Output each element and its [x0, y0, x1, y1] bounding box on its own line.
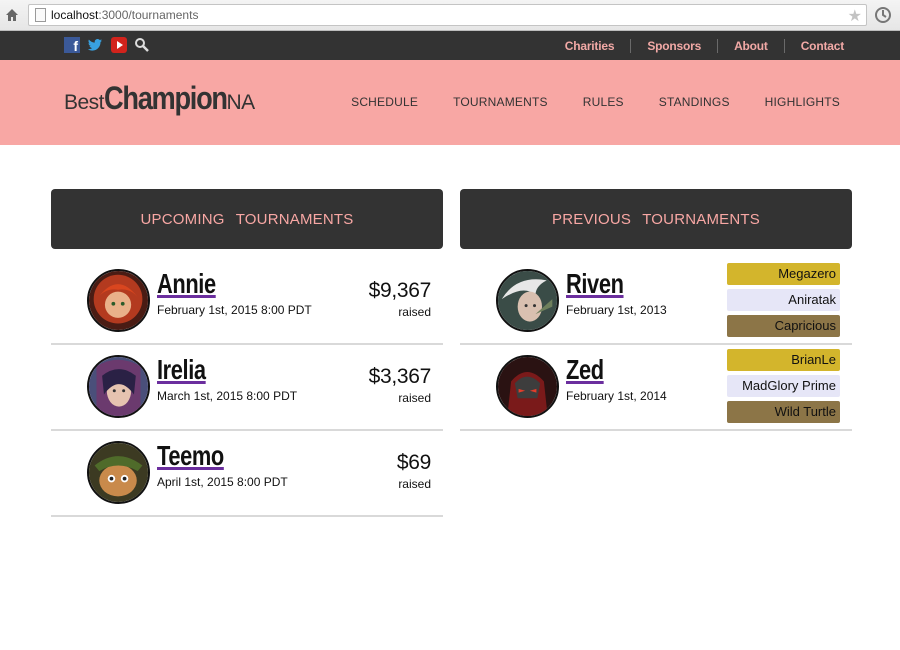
amount-value: $69: [396, 451, 431, 474]
previous-row-zed[interactable]: Zed February 1st, 2014 BrianLe MadGlory …: [460, 345, 852, 431]
twitter-icon[interactable]: [87, 37, 103, 53]
upcoming-row-annie[interactable]: Annie February 1st, 2015 8:00 PDT $9,367…: [51, 259, 443, 345]
browser-toolbar: localhost:3000/tournaments ★: [0, 0, 900, 31]
contact-link[interactable]: Contact: [783, 38, 844, 53]
previous-tournaments-header: PREVIOUS TOURNAMENTS: [460, 189, 852, 249]
first-place-badge: Megazero: [727, 263, 840, 285]
amount-value: $3,367: [368, 365, 432, 388]
facebook-icon[interactable]: f: [64, 37, 80, 54]
home-icon[interactable]: [5, 8, 19, 22]
raised-amount: $3,367 raised: [368, 365, 432, 405]
nav-standings[interactable]: STANDINGS: [659, 95, 730, 109]
tournament-date: February 1st, 2013: [566, 303, 667, 317]
bookmark-star-icon[interactable]: ★: [848, 6, 862, 26]
raised-amount: $69 raised: [397, 451, 431, 491]
extension-icon[interactable]: [874, 6, 892, 24]
third-place-badge: Wild Turtle: [727, 401, 840, 423]
url-text: localhost:3000/tournaments: [51, 8, 198, 22]
address-bar[interactable]: localhost:3000/tournaments ★: [28, 4, 867, 26]
champion-name[interactable]: Zed: [566, 354, 604, 386]
main-nav: SCHEDULE TOURNAMENTS RULES STANDINGS HIG…: [351, 95, 840, 109]
previous-title: PREVIOUS TOURNAMENTS: [552, 210, 760, 228]
nav-tournaments[interactable]: TOURNAMENTS: [453, 95, 548, 109]
third-place-badge: Capricious: [727, 315, 840, 337]
site-logo[interactable]: BestChampionNA: [64, 80, 255, 117]
irelia-avatar: [87, 355, 150, 418]
logo-part-na: NA: [226, 91, 255, 114]
champion-name[interactable]: Annie: [157, 268, 216, 300]
champion-name[interactable]: Irelia: [157, 354, 206, 386]
amount-label: raised: [398, 477, 431, 491]
nav-rules[interactable]: RULES: [583, 95, 624, 109]
tournament-date: March 1st, 2015 8:00 PDT: [157, 389, 298, 403]
nav-highlights[interactable]: HIGHLIGHTS: [765, 95, 840, 109]
top-links: Charities Sponsors About Contact: [549, 31, 844, 60]
sponsors-link[interactable]: Sponsors: [630, 38, 717, 53]
logo-part-champion: Champion: [104, 80, 228, 116]
youtube-icon[interactable]: [111, 37, 127, 53]
search-icon[interactable]: [134, 37, 150, 53]
amount-label: raised: [398, 305, 431, 319]
top-bar: f Charities Sponsors About Contact: [0, 31, 900, 60]
previous-row-riven[interactable]: Riven February 1st, 2013 Megazero Anirat…: [460, 259, 852, 345]
second-place-badge: MadGlory Prime: [727, 375, 840, 397]
riven-avatar: [496, 269, 559, 332]
upcoming-tournaments-header: UPCOMING TOURNAMENTS: [51, 189, 443, 249]
url-host: localhost: [51, 8, 99, 22]
nav-schedule[interactable]: SCHEDULE: [351, 95, 418, 109]
amount-value: $9,367: [368, 279, 432, 302]
placements: Megazero Aniratak Capricious: [727, 263, 840, 341]
teemo-avatar: [87, 441, 150, 504]
tournament-date: February 1st, 2015 8:00 PDT: [157, 303, 312, 317]
upcoming-row-irelia[interactable]: Irelia March 1st, 2015 8:00 PDT $3,367 r…: [51, 345, 443, 431]
url-path: :3000/tournaments: [98, 8, 199, 22]
tournament-date: February 1st, 2014: [566, 389, 667, 403]
raised-amount: $9,367 raised: [368, 279, 432, 319]
annie-avatar: [87, 269, 150, 332]
page-icon: [35, 8, 46, 22]
logo-part-best: Best: [64, 91, 105, 114]
about-link[interactable]: About: [717, 38, 784, 53]
second-place-badge: Aniratak: [727, 289, 840, 311]
upcoming-title: UPCOMING TOURNAMENTS: [140, 210, 354, 228]
zed-avatar: [496, 355, 559, 418]
first-place-badge: BrianLe: [727, 349, 840, 371]
tournament-date: April 1st, 2015 8:00 PDT: [157, 475, 288, 489]
charities-link[interactable]: Charities: [549, 39, 631, 53]
placements: BrianLe MadGlory Prime Wild Turtle: [727, 349, 840, 427]
amount-label: raised: [398, 391, 431, 405]
upcoming-row-teemo[interactable]: Teemo April 1st, 2015 8:00 PDT $69 raise…: [51, 431, 443, 517]
champion-name[interactable]: Teemo: [157, 440, 224, 472]
champion-name[interactable]: Riven: [566, 268, 624, 300]
site-header: BestChampionNA SCHEDULE TOURNAMENTS RULE…: [0, 60, 900, 145]
